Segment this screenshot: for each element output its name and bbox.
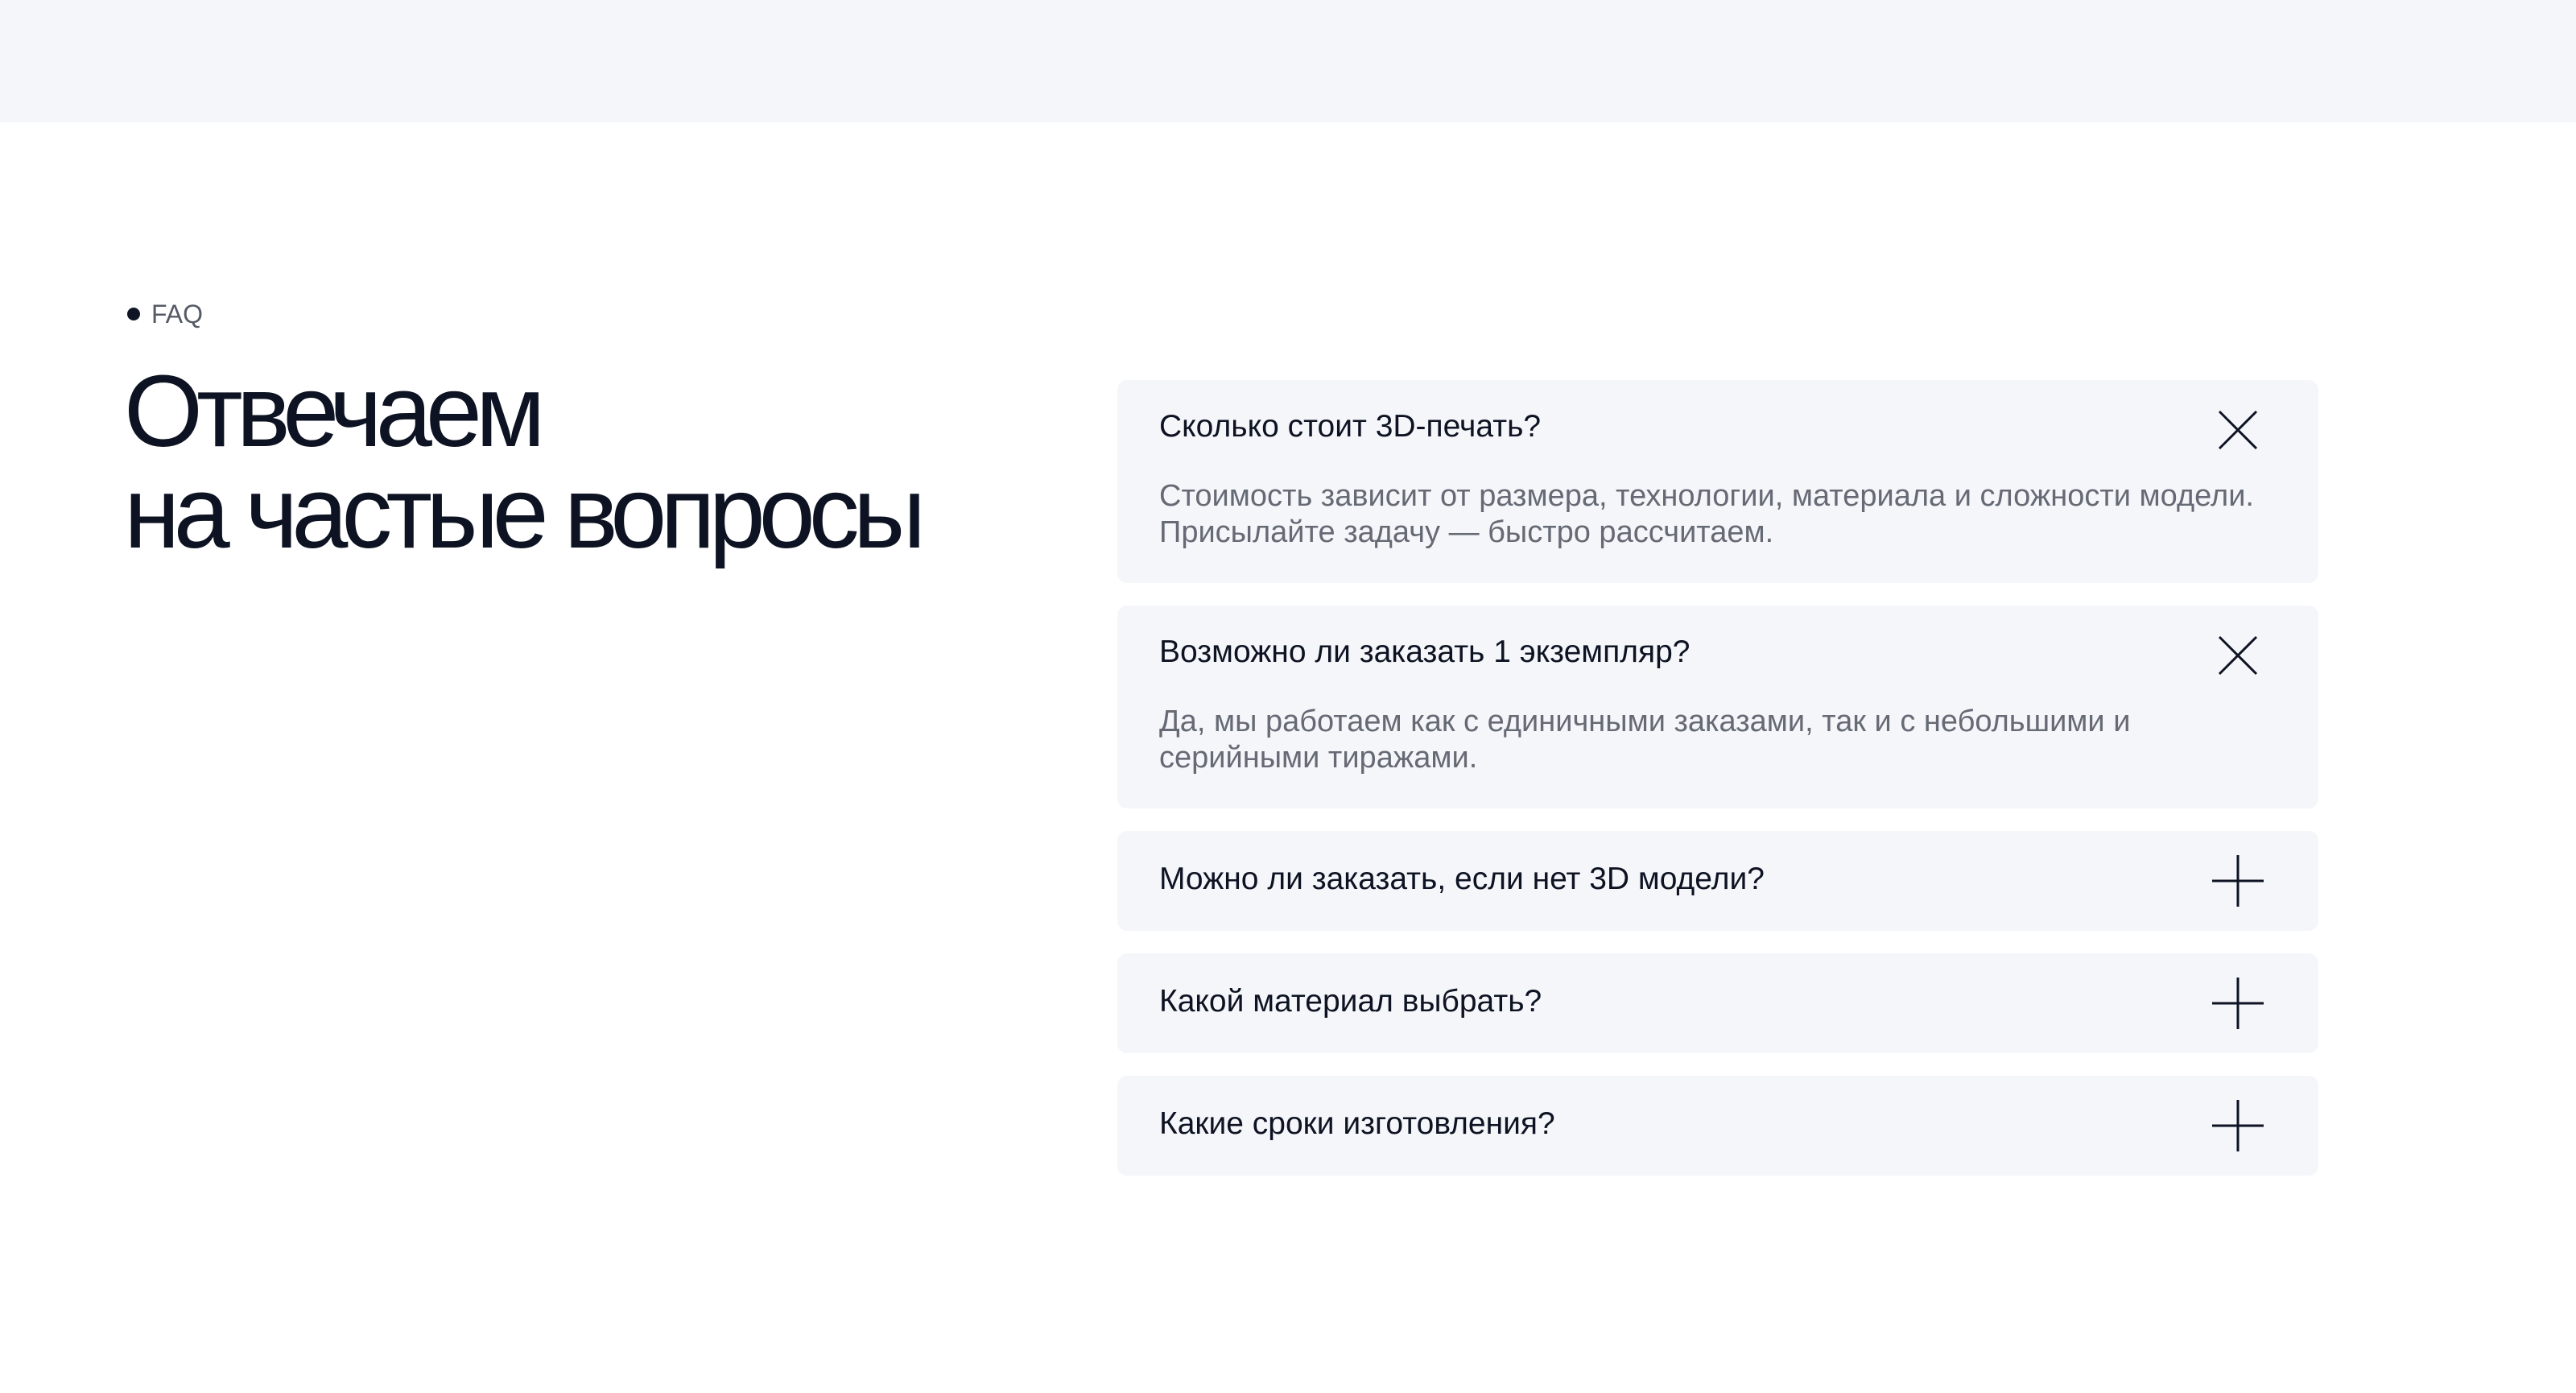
section-tag: FAQ: [127, 298, 203, 330]
faq-question[interactable]: Какие сроки изготовления?: [1159, 1106, 1555, 1142]
close-icon[interactable]: [2212, 630, 2264, 681]
top-header-band: [0, 0, 2576, 122]
faq-question[interactable]: Сколько стоит 3D-печать?: [1159, 409, 1541, 444]
faq-heading-line-1: Отвечаем: [124, 354, 546, 468]
faq-question[interactable]: Возможно ли заказать 1 экземпляр?: [1159, 634, 1690, 670]
faq-answer: Стоимость зависит от размера, технологии…: [1159, 479, 2254, 549]
close-icon[interactable]: [2212, 404, 2264, 456]
faq-item-price[interactable]: Сколько стоит 3D-печать? Стоимость завис…: [1117, 380, 2318, 583]
plus-icon[interactable]: [2212, 855, 2264, 907]
section-tag-label: FAQ: [151, 299, 204, 329]
faq-list: Сколько стоит 3D-печать? Стоимость завис…: [1117, 380, 2318, 1176]
faq-heading: Отвечаем на частые вопросы: [124, 361, 1074, 564]
faq-item-no-model[interactable]: Можно ли заказать, если нет 3D модели?: [1117, 831, 2318, 931]
faq-heading-line-2: на частые вопросы: [124, 456, 926, 569]
faq-item-material[interactable]: Какой материал выбрать?: [1117, 953, 2318, 1053]
bullet-dot-icon: [127, 308, 140, 320]
plus-icon[interactable]: [2212, 978, 2264, 1029]
faq-item-single-copy[interactable]: Возможно ли заказать 1 экземпляр? Да, мы…: [1117, 606, 2318, 808]
faq-item-lead-time[interactable]: Какие сроки изготовления?: [1117, 1076, 2318, 1176]
faq-question[interactable]: Можно ли заказать, если нет 3D модели?: [1159, 862, 1765, 897]
faq-question[interactable]: Какой материал выбрать?: [1159, 984, 1542, 1019]
plus-icon[interactable]: [2212, 1100, 2264, 1151]
faq-answer: Да, мы работаем как с единичными заказам…: [1159, 705, 2131, 775]
